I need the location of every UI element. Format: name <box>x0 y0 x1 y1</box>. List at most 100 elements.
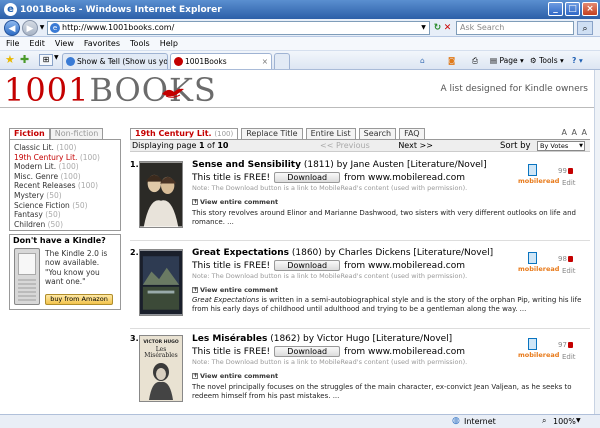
tab-faq[interactable]: FAQ <box>399 128 425 139</box>
tools-menu-button[interactable]: ⚙ Tools ▾ <box>530 55 564 67</box>
maximize-button[interactable]: □ <box>565 2 580 16</box>
download-note: Note: The Download button is a link to M… <box>192 184 468 192</box>
add-favorite-icon[interactable]: ✚ <box>20 53 29 66</box>
menu-edit[interactable]: Edit <box>29 37 45 51</box>
free-line: This title is FREE! Download from www.mobi… <box>192 260 465 271</box>
book-cover[interactable]: VICTOR HUGO Les Misérables <box>139 335 183 402</box>
sort-select[interactable]: By Votes ▼ <box>537 141 585 151</box>
browser-tab-1001books[interactable]: 1001Books × <box>170 53 272 69</box>
search-input[interactable]: Ask Search <box>456 21 574 35</box>
category-item[interactable]: Recent Releases (100) <box>14 181 116 191</box>
menu-file[interactable]: File <box>6 37 19 51</box>
title-bar: e 1001Books - Windows Internet Explorer … <box>0 0 600 19</box>
tab-19th-century[interactable]: 19th Century Lit. (100) <box>130 128 239 139</box>
tab-bar: ★ ✚ ⊞ ▼ Show & Tell (Show us your h... 1… <box>0 51 600 70</box>
download-button[interactable]: Download <box>274 260 341 271</box>
book-meta: (1860) by Charles Dickens [Literature/No… <box>291 248 494 258</box>
side-tab-non-fiction[interactable]: Non-fiction <box>49 128 104 139</box>
download-button[interactable]: Download <box>274 172 341 183</box>
edit-link[interactable]: Edit <box>562 353 576 361</box>
mobileread-link[interactable]: mobileread <box>518 252 559 276</box>
minimize-button[interactable]: _ <box>548 2 563 16</box>
side-tab-fiction[interactable]: Fiction <box>9 128 50 139</box>
stop-icon[interactable]: ✕ <box>441 21 454 35</box>
page-menu-button[interactable]: ▤ Page ▾ <box>490 55 524 67</box>
cover-title: Les Misérables <box>144 346 178 359</box>
book-description: This story revolves around Elinor and Ma… <box>192 209 576 226</box>
font-size-controls[interactable]: A A A <box>561 128 588 137</box>
category-item[interactable]: Misc. Genre (100) <box>14 172 116 182</box>
category-item[interactable]: 19th Century Lit. (100) <box>14 153 116 163</box>
zoom-dropdown-icon[interactable]: ▼ <box>576 417 581 424</box>
quick-tabs-icon[interactable]: ⊞ <box>39 54 53 66</box>
menu-view[interactable]: View <box>55 37 74 51</box>
globe-icon: ◍ <box>452 416 460 426</box>
category-item[interactable]: Mystery (50) <box>14 191 116 201</box>
previous-link[interactable]: << Previous <box>320 141 370 150</box>
window-title: 1001Books - Windows Internet Explorer <box>20 4 222 15</box>
history-dropdown-icon[interactable]: ▼ <box>38 21 46 35</box>
edit-link[interactable]: Edit <box>562 179 576 187</box>
address-dropdown-icon[interactable]: ▼ <box>417 21 430 35</box>
browser-tab-show-tell[interactable]: Show & Tell (Show us your h... <box>62 53 168 69</box>
tab-replace-title[interactable]: Replace Title <box>241 128 303 139</box>
book-cover[interactable] <box>139 249 183 316</box>
view-comment-toggle[interactable]: + View entire comment <box>192 198 278 206</box>
kindle-promo-quote: "You know you want one." <box>45 268 100 286</box>
edit-link[interactable]: Edit <box>562 267 576 275</box>
security-zone: Internet <box>464 417 496 426</box>
book-title[interactable]: Les Misérables <box>192 334 267 344</box>
address-field[interactable]: e http://www.1001books.com/ <box>47 21 430 35</box>
next-link[interactable]: Next >> <box>398 141 433 150</box>
free-line: This title is FREE! Download from www.mobi… <box>192 172 465 183</box>
close-tab-icon[interactable]: × <box>262 54 268 69</box>
address-text: http://www.1001books.com/ <box>62 23 175 32</box>
download-button[interactable]: Download <box>274 346 341 357</box>
menu-tools[interactable]: Tools <box>130 37 150 51</box>
category-item[interactable]: Modern Lit. (100) <box>14 162 116 172</box>
thumbs-up-icon[interactable] <box>567 256 573 262</box>
home-icon[interactable]: ⌂ <box>420 55 425 67</box>
tab-search[interactable]: Search <box>358 128 397 139</box>
back-button[interactable]: ◀ <box>4 20 20 36</box>
tools-menu-label: Tools <box>539 56 558 65</box>
category-item[interactable]: Science Fiction (50) <box>14 201 116 211</box>
forward-button[interactable]: ▶ <box>22 20 38 36</box>
search-icon[interactable]: ⌕ <box>577 21 593 35</box>
help-icon[interactable]: ? ▾ <box>572 55 583 67</box>
tab-entire-list[interactable]: Entire List <box>305 128 356 139</box>
favorites-star-icon[interactable]: ★ <box>5 53 15 66</box>
mobileread-book-icon <box>528 252 537 264</box>
thumbs-up-icon[interactable] <box>567 168 573 174</box>
feeds-icon[interactable]: ◙ <box>448 55 455 67</box>
book-title[interactable]: Sense and Sensibility <box>192 160 301 170</box>
vote-count: 97 <box>558 341 573 349</box>
book-rank: 2. <box>130 248 139 257</box>
tab-page-icon <box>66 57 75 66</box>
book-divider <box>130 328 590 329</box>
category-item[interactable]: Fantasy (50) <box>14 210 116 220</box>
thumbs-up-icon[interactable] <box>567 342 573 348</box>
pager: << Previous Next >> <box>320 141 433 150</box>
new-tab-button[interactable] <box>274 53 290 69</box>
zoom-level[interactable]: 100% <box>553 417 576 426</box>
menu-help[interactable]: Help <box>160 37 178 51</box>
mobileread-book-icon <box>528 164 537 176</box>
view-comment-toggle[interactable]: + View entire comment <box>192 286 278 294</box>
category-item[interactable]: Children (50) <box>14 220 116 230</box>
view-comment-toggle[interactable]: + View entire comment <box>192 372 278 380</box>
buy-from-amazon-button[interactable]: buy from Amazon <box>45 294 113 305</box>
book-cover[interactable] <box>139 161 183 228</box>
mobileread-link[interactable]: mobileread <box>518 164 559 188</box>
vertical-scrollbar[interactable] <box>594 70 600 414</box>
book-title[interactable]: Great Expectations <box>192 248 289 258</box>
close-button[interactable]: × <box>582 2 598 16</box>
gear-icon: ⚙ <box>530 56 537 65</box>
menu-favorites[interactable]: Favorites <box>84 37 120 51</box>
mobileread-link[interactable]: mobileread <box>518 338 559 362</box>
print-icon[interactable]: ⎙ <box>472 55 478 67</box>
category-item[interactable]: Classic Lit. (100) <box>14 143 116 153</box>
paging-bar: Displaying page 1 of 10 << Previous Next… <box>130 139 590 152</box>
tab-list-dropdown-icon[interactable]: ▼ <box>54 54 59 61</box>
tab-label: Show & Tell (Show us your h... <box>77 57 168 66</box>
